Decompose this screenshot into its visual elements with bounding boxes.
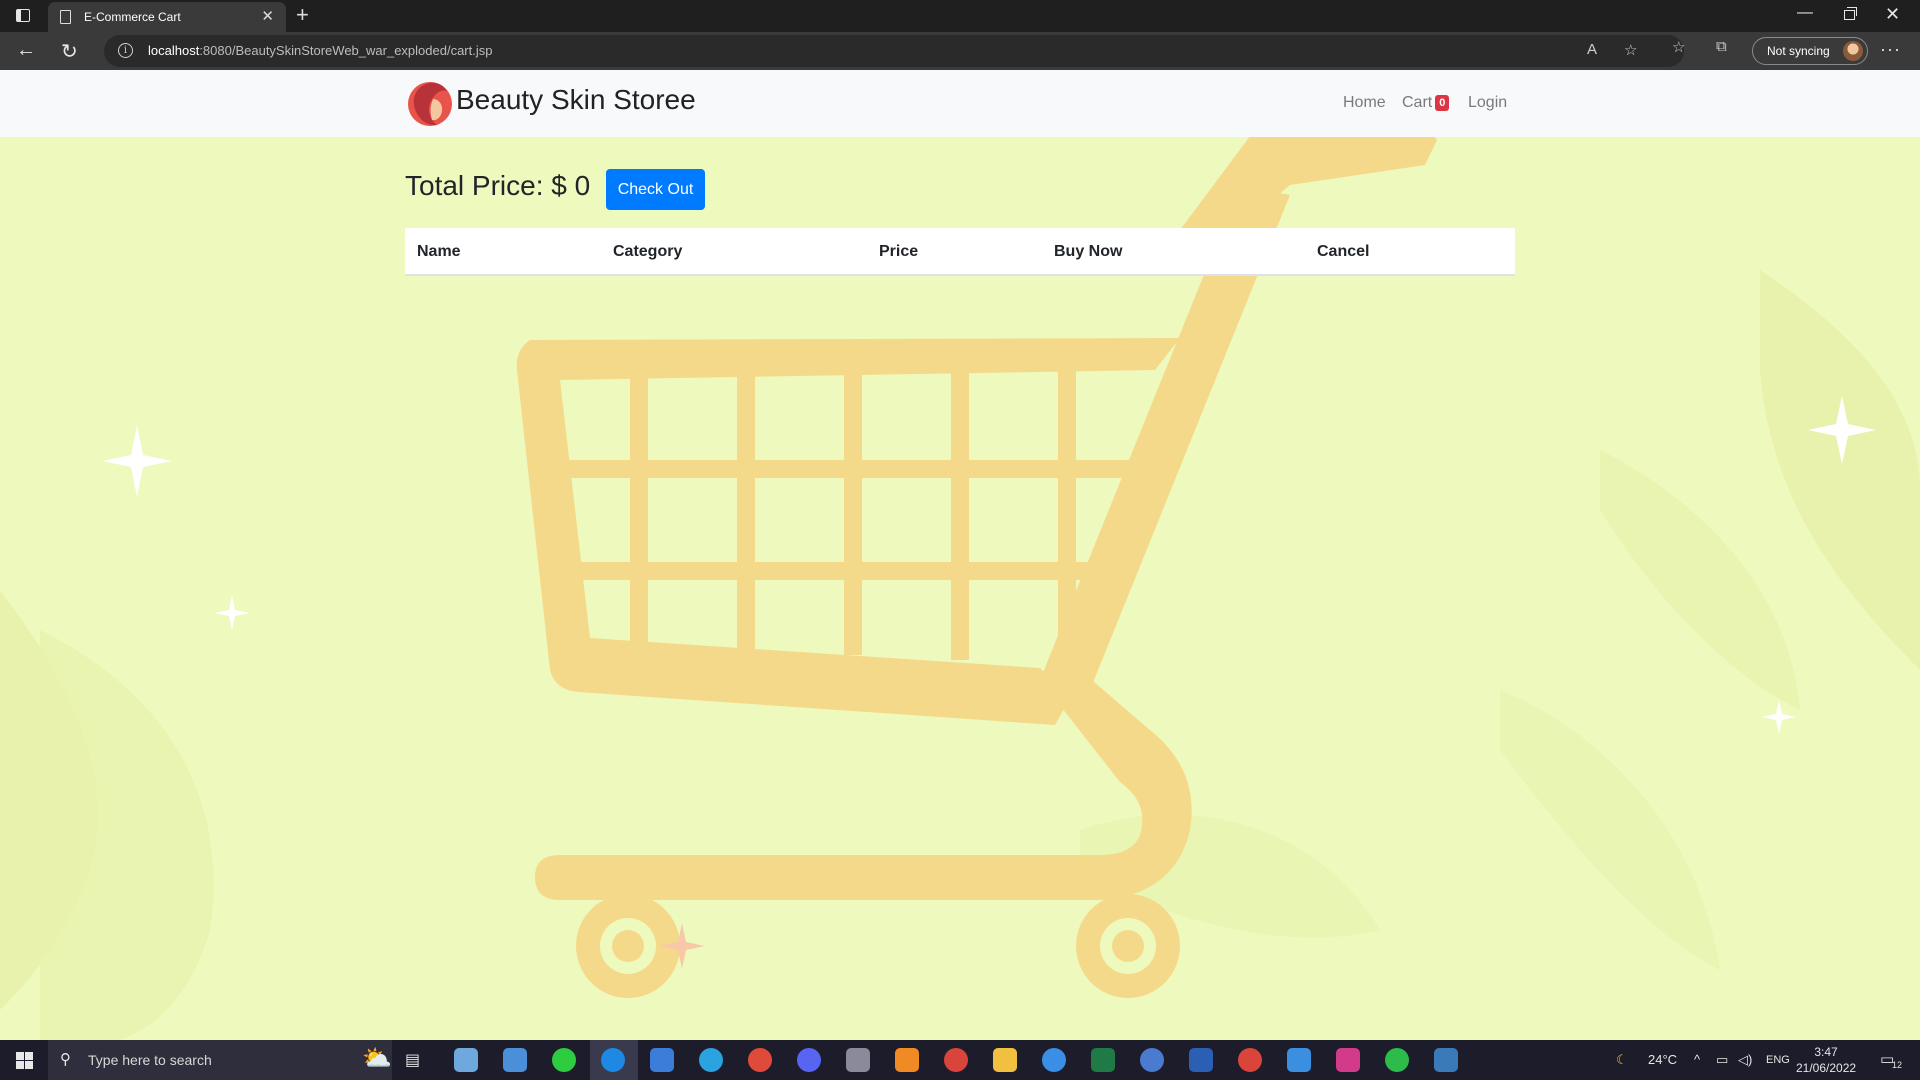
notes-app-icon[interactable] bbox=[454, 1048, 478, 1072]
nav-home-link[interactable]: Home bbox=[1343, 94, 1386, 112]
restore-icon[interactable] bbox=[1844, 7, 1857, 20]
avatar bbox=[1843, 41, 1863, 61]
bird-app-icon[interactable] bbox=[1287, 1048, 1311, 1072]
network-icon[interactable]: ▭ bbox=[1716, 1052, 1728, 1068]
browser-tab-bar: E-Commerce Cart ✕ + — ✕ bbox=[0, 0, 1920, 32]
favorites-icon[interactable]: ☆ bbox=[1672, 38, 1685, 56]
tab-actions-icon[interactable] bbox=[16, 9, 30, 22]
clock-time: 3:47 bbox=[1814, 1045, 1838, 1059]
url-text[interactable]: localhost:8080/BeautySkinStoreWeb_war_ex… bbox=[148, 43, 492, 58]
weather-highlight-icon: ⛅ bbox=[362, 1045, 392, 1072]
send-app-icon[interactable] bbox=[1140, 1048, 1164, 1072]
browser-tab[interactable]: E-Commerce Cart ✕ bbox=[48, 2, 286, 32]
excel-app-icon[interactable] bbox=[1091, 1048, 1115, 1072]
close-tab-icon[interactable]: ✕ bbox=[261, 7, 274, 25]
wechat-app-icon[interactable] bbox=[1385, 1048, 1409, 1072]
store-app-icon[interactable] bbox=[503, 1048, 527, 1072]
temperature[interactable]: 24°C bbox=[1648, 1052, 1677, 1067]
brand-logo-icon[interactable] bbox=[407, 79, 453, 129]
close-window-icon[interactable]: ✕ bbox=[1885, 4, 1900, 25]
edge-app-icon[interactable] bbox=[601, 1048, 625, 1072]
check-out-button[interactable]: Check Out bbox=[606, 169, 705, 210]
refresh-icon[interactable]: ↻ bbox=[61, 39, 78, 64]
collections-icon[interactable]: ⧉ bbox=[1716, 38, 1727, 55]
show-hidden-icons-icon[interactable]: ^ bbox=[1694, 1052, 1700, 1067]
sync-label: Not syncing bbox=[1767, 44, 1830, 58]
chrome-app-icon[interactable] bbox=[748, 1048, 772, 1072]
column-header-category: Category bbox=[613, 243, 683, 260]
word-app-icon[interactable] bbox=[1189, 1048, 1213, 1072]
add-favorite-icon[interactable]: ☆ bbox=[1624, 41, 1637, 59]
total-price: Total Price: $ 0 bbox=[405, 170, 591, 201]
column-header-buy-now: Buy Now bbox=[1054, 243, 1123, 260]
site-navbar: Beauty Skin Storee Home Cart 0 Login bbox=[0, 70, 1920, 137]
column-header-name: Name bbox=[417, 243, 461, 260]
language-indicator[interactable]: ENG bbox=[1766, 1054, 1790, 1066]
photos-app-icon[interactable] bbox=[1434, 1048, 1458, 1072]
brand-name[interactable]: Beauty Skin Storee bbox=[456, 84, 696, 116]
pointer-app-icon[interactable] bbox=[1042, 1048, 1066, 1072]
new-tab-button[interactable]: + bbox=[296, 2, 309, 28]
task-view-icon[interactable]: ▤ bbox=[405, 1050, 420, 1070]
profile-sync-button[interactable]: Not syncing bbox=[1752, 37, 1868, 65]
back-icon[interactable]: ← bbox=[16, 39, 36, 62]
chrome-second-app-icon[interactable] bbox=[1238, 1048, 1262, 1072]
cart-table-header: Name Category Price Buy Now Cancel bbox=[405, 228, 1515, 276]
nav-login-link[interactable]: Login bbox=[1468, 94, 1507, 112]
windows-taskbar: ⚲ Type here to search ⛅ ▤ ☾ 24°C ^ ▭ ◁) … bbox=[0, 1040, 1920, 1080]
camera-app-icon[interactable] bbox=[846, 1048, 870, 1072]
windows-start-icon[interactable] bbox=[16, 1052, 33, 1069]
slides-app-icon[interactable] bbox=[895, 1048, 919, 1072]
clock-date: 21/06/2022 bbox=[1796, 1061, 1857, 1075]
weather-icon[interactable]: ☾ bbox=[1616, 1052, 1628, 1068]
page-icon bbox=[60, 10, 71, 24]
search-placeholder: Type here to search bbox=[88, 1052, 212, 1068]
file-explorer-app-icon[interactable] bbox=[993, 1048, 1017, 1072]
discord-app-icon[interactable] bbox=[797, 1048, 821, 1072]
shopping-cart-background-icon bbox=[0, 120, 1920, 1040]
notification-count: 12 bbox=[1892, 1060, 1903, 1070]
cart-count-badge: 0 bbox=[1435, 95, 1450, 111]
telegram-app-icon[interactable] bbox=[699, 1048, 723, 1072]
address-toolbar: ← ↻ i localhost:8080/BeautySkinStoreWeb_… bbox=[0, 32, 1920, 70]
column-header-cancel: Cancel bbox=[1317, 243, 1370, 260]
line-app-icon[interactable] bbox=[552, 1048, 576, 1072]
tab-title: E-Commerce Cart bbox=[84, 10, 181, 24]
intellij-app-icon[interactable] bbox=[1336, 1048, 1360, 1072]
volume-icon[interactable]: ◁) bbox=[1738, 1052, 1752, 1068]
search-icon: ⚲ bbox=[60, 1051, 71, 1068]
more-icon[interactable]: ··· bbox=[1880, 39, 1901, 60]
taskbar-search[interactable]: ⚲ Type here to search ⛅ bbox=[48, 1040, 392, 1080]
clock[interactable]: 3:47 21/06/2022 bbox=[1796, 1044, 1856, 1076]
mail-app-icon[interactable] bbox=[650, 1048, 674, 1072]
read-aloud-icon[interactable]: A bbox=[1587, 41, 1597, 58]
site-info-icon[interactable]: i bbox=[118, 43, 133, 58]
minimize-icon[interactable]: — bbox=[1797, 4, 1813, 22]
web-page: Beauty Skin Storee Home Cart 0 Login Tota… bbox=[0, 70, 1920, 1040]
chrome-profile-app-icon[interactable] bbox=[944, 1048, 968, 1072]
nav-cart-link[interactable]: Cart 0 bbox=[1402, 94, 1450, 112]
column-header-price: Price bbox=[879, 243, 919, 260]
address-bar[interactable]: i localhost:8080/BeautySkinStoreWeb_war_… bbox=[104, 35, 1684, 67]
nav-cart-label: Cart bbox=[1402, 94, 1433, 111]
